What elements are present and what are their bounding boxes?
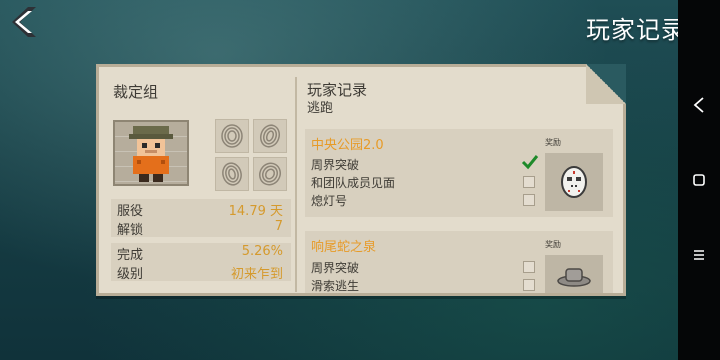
- fingerprint-grid: [215, 119, 289, 191]
- checkmark-icon: [521, 155, 539, 170]
- task-label: 熄灯号: [311, 194, 348, 208]
- fingerprint-icon: [215, 157, 249, 191]
- task-label: 和团队成员见面: [311, 176, 396, 190]
- task-label: 周界突破: [311, 158, 360, 172]
- task-label: 周界突破: [311, 261, 360, 275]
- record-title: 中央公园2.0: [311, 138, 384, 153]
- reward-label: 奖励: [545, 138, 561, 147]
- record-title: 响尾蛇之泉: [311, 240, 377, 255]
- stat-row: 级别 初来乍到: [117, 267, 283, 282]
- task-checkbox-checked[interactable]: [521, 155, 539, 170]
- stat-row: 服役 14.79 天: [117, 204, 283, 219]
- reward-label: 奖励: [545, 240, 561, 249]
- player-record-panel: 裁定组 服役 14.79 天 解锁 7 完成 5.26% 级别 初来乍到 玩家记…: [96, 64, 626, 296]
- right-panel-subtitle: 逃跑: [307, 101, 334, 116]
- task-checkbox[interactable]: [523, 261, 535, 273]
- task-checkbox[interactable]: [523, 279, 535, 291]
- system-nav-bar: [678, 0, 720, 360]
- system-menu-button[interactable]: [686, 242, 712, 268]
- stat-row: 完成 5.26%: [117, 244, 283, 263]
- paper-fold: [586, 64, 626, 104]
- back-triangle-icon: [693, 97, 704, 113]
- home-square-icon: [693, 174, 705, 186]
- fingerprint-icon: [253, 119, 287, 153]
- record-card-central-park[interactable]: 中央公园2.0 奖励 周界突破 和团队成员见面 熄灯号: [305, 129, 613, 217]
- left-panel-title: 裁定组: [113, 83, 159, 101]
- service-stats: 服役 14.79 天 解锁 7: [111, 199, 291, 238]
- completion-stats: 完成 5.26% 级别 初来乍到: [111, 243, 291, 282]
- menu-lines-icon: [694, 250, 704, 260]
- cowboy-hat-icon: [557, 268, 591, 287]
- reward-box: [545, 255, 603, 293]
- hockey-mask-icon: [561, 166, 587, 198]
- screen-title: 玩家记录: [586, 16, 686, 44]
- system-home-button[interactable]: [686, 167, 712, 193]
- system-back-button[interactable]: [686, 92, 712, 118]
- chevron-left-icon: [12, 7, 36, 37]
- reward-box: [545, 153, 603, 211]
- task-label: 滑索逃生: [311, 279, 360, 293]
- back-button[interactable]: [6, 4, 42, 40]
- task-checkbox[interactable]: [523, 194, 535, 206]
- prisoner-sprite-icon: [129, 126, 173, 182]
- record-card-rattlesnake-springs[interactable]: 响尾蛇之泉 奖励 周界突破 滑索逃生: [305, 231, 613, 293]
- task-checkbox[interactable]: [523, 176, 535, 188]
- fingerprint-icon: [253, 157, 287, 191]
- fingerprint-icon: [215, 119, 249, 153]
- prisoner-portrait: [113, 120, 189, 186]
- panel-divider: [295, 77, 297, 292]
- stat-row: 解锁 7: [117, 219, 283, 238]
